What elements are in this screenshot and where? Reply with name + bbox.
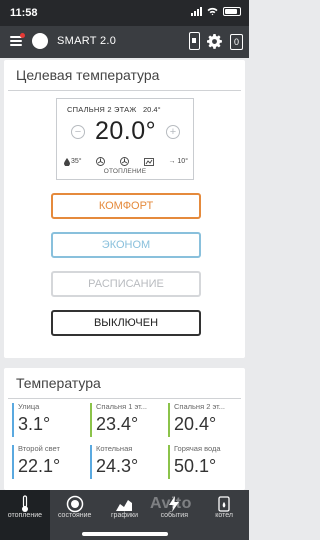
card-title: Температура bbox=[16, 375, 101, 391]
tab-label: состояние bbox=[57, 512, 92, 519]
status-icon bbox=[66, 495, 83, 513]
boiler-icon bbox=[218, 496, 230, 512]
fan-icon bbox=[96, 157, 106, 166]
sensor-label: Горячая вода bbox=[174, 444, 221, 453]
room-name: СПАЛЬНЯ 2 ЭТАЖ bbox=[67, 105, 137, 114]
water-temp: 35° bbox=[64, 157, 82, 166]
divider bbox=[8, 90, 241, 91]
sensor-bar bbox=[168, 445, 170, 479]
tab-label: события bbox=[160, 512, 188, 519]
sensor-bar bbox=[90, 445, 92, 479]
sensor-value: 23.4° bbox=[96, 414, 139, 434]
water-temp-value: 35° bbox=[71, 158, 82, 165]
sensor-label: Второй свет bbox=[18, 444, 60, 453]
room-temperature: 20.4° bbox=[143, 105, 161, 114]
sensor-tile[interactable]: Второй свет 22.1° bbox=[12, 444, 85, 482]
gear-icon[interactable] bbox=[207, 34, 222, 49]
sensor-tile[interactable]: Спальня 2 эт... 20.4° bbox=[168, 402, 241, 440]
system-icons bbox=[191, 7, 241, 16]
tab-label: отопление bbox=[7, 512, 42, 519]
sensor-bar bbox=[90, 403, 92, 437]
app-bar: SMART 2.0 0 bbox=[0, 26, 249, 58]
sensor-label: Спальня 2 эт... bbox=[174, 402, 225, 411]
tab-label: графики bbox=[111, 512, 138, 519]
sensor-bar bbox=[12, 445, 14, 479]
tab-heating[interactable]: отопление bbox=[0, 490, 50, 540]
sensor-bar bbox=[168, 403, 170, 437]
sensor-value: 22.1° bbox=[18, 456, 61, 476]
app-title: SMART 2.0 bbox=[57, 35, 117, 47]
wifi-icon bbox=[207, 7, 218, 16]
chart-icon bbox=[116, 500, 133, 511]
mode-label: ОТОПЛЕНИЕ bbox=[103, 168, 147, 175]
increase-button[interactable]: + bbox=[166, 125, 180, 139]
phone-icon[interactable] bbox=[189, 32, 200, 50]
off-button[interactable]: ВЫКЛЮЧЕН bbox=[51, 310, 201, 336]
sensor-tile[interactable]: Спальня 1 эт... 23.4° bbox=[90, 402, 163, 440]
thermostat-panel: СПАЛЬНЯ 2 ЭТАЖ 20.4° − 20.0° + 35° → 10°… bbox=[56, 98, 194, 180]
home-indicator[interactable] bbox=[82, 532, 168, 536]
battery-icon bbox=[223, 7, 241, 16]
comfort-button[interactable]: КОМФОРТ bbox=[51, 193, 201, 219]
tab-label: котел bbox=[215, 512, 233, 519]
status-icons-row: 35° → 10° bbox=[64, 157, 188, 166]
tab-boiler[interactable]: котел bbox=[199, 490, 249, 540]
sensor-label: Котельная bbox=[96, 444, 133, 453]
schedule-button[interactable]: РАСПИСАНИЕ bbox=[51, 271, 201, 297]
temperatures-card: Температура Улица 3.1° Спальня 1 эт... 2… bbox=[4, 368, 245, 490]
clock: 11:58 bbox=[10, 7, 38, 19]
status-bar: 11:58 bbox=[0, 0, 249, 26]
thermometer-icon bbox=[21, 495, 28, 512]
sensor-value: 24.3° bbox=[96, 456, 139, 476]
sensor-bar bbox=[12, 403, 14, 437]
sensor-value: 3.1° bbox=[18, 414, 51, 434]
radiator-icon bbox=[143, 157, 154, 166]
outdoor-temp: → 10° bbox=[168, 158, 188, 165]
sensor-tile[interactable]: Котельная 24.3° bbox=[90, 444, 163, 482]
sensor-tile[interactable]: Улица 3.1° bbox=[12, 402, 85, 440]
notification-dot bbox=[20, 33, 25, 38]
sensor-label: Спальня 1 эт... bbox=[96, 402, 147, 411]
target-temperature-card: Целевая температура СПАЛЬНЯ 2 ЭТАЖ 20.4°… bbox=[4, 60, 245, 358]
app-logo bbox=[32, 33, 48, 49]
fan-icon bbox=[120, 157, 129, 166]
counter-badge[interactable]: 0 bbox=[230, 34, 243, 50]
sensor-label: Улица bbox=[18, 402, 40, 411]
watermark-logo: Avito bbox=[150, 495, 192, 512]
econom-button[interactable]: ЭКОНОМ bbox=[51, 232, 201, 258]
drop-icon bbox=[64, 157, 70, 166]
card-title: Целевая температура bbox=[16, 67, 160, 83]
sensor-value: 50.1° bbox=[174, 456, 217, 476]
sensor-tile[interactable]: Горячая вода 50.1° bbox=[168, 444, 241, 482]
sensor-value: 20.4° bbox=[174, 414, 217, 434]
divider bbox=[8, 398, 241, 399]
setpoint-value: 20.0° bbox=[95, 117, 157, 145]
signal-icon bbox=[191, 7, 202, 16]
decrease-button[interactable]: − bbox=[71, 125, 85, 139]
